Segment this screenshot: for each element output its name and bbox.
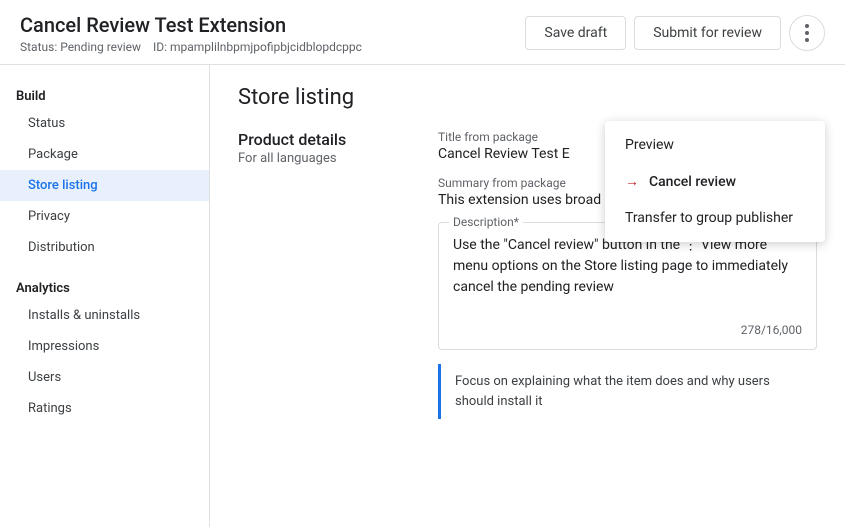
dot xyxy=(805,38,809,42)
save-draft-button[interactable]: Save draft xyxy=(525,16,626,50)
three-dots-icon xyxy=(805,24,809,42)
content-area: Store listing Product details For all la… xyxy=(210,65,845,527)
sidebar-item-status[interactable]: Status xyxy=(0,108,209,139)
analytics-section-label: Analytics xyxy=(0,273,209,300)
sidebar-item-package[interactable]: Package xyxy=(0,139,209,170)
dropdown-item-transfer[interactable]: Transfer to group publisher xyxy=(605,200,825,236)
id-text: ID: mpamplilnbpmjpofipbjcidblopdcppc xyxy=(153,40,362,54)
sidebar-item-installs-uninstalls[interactable]: Installs & uninstalls xyxy=(0,300,209,331)
product-details-sublabel: For all languages xyxy=(238,151,398,166)
page-title: Cancel Review Test Extension xyxy=(20,12,362,38)
transfer-label: Transfer to group publisher xyxy=(625,210,793,226)
sidebar-item-users[interactable]: Users xyxy=(0,362,209,393)
description-count: 278/16,000 xyxy=(453,323,802,337)
dropdown-menu: Preview → Cancel review Transfer to grou… xyxy=(605,121,825,242)
submit-review-button[interactable]: Submit for review xyxy=(634,16,781,50)
description-label: Description* xyxy=(449,215,523,229)
sidebar-item-impressions[interactable]: Impressions xyxy=(0,331,209,362)
cancel-review-label: Cancel review xyxy=(649,174,736,190)
arrow-right-icon: → xyxy=(625,173,639,190)
content-title: Store listing xyxy=(238,85,817,110)
sidebar-item-privacy[interactable]: Privacy xyxy=(0,201,209,232)
dropdown-item-preview[interactable]: Preview xyxy=(605,127,825,163)
description-text[interactable]: Use the "Cancel review" button in the ⋮ … xyxy=(453,235,802,315)
preview-label: Preview xyxy=(625,137,674,153)
main-layout: Build Status Package Store listing Priva… xyxy=(0,65,845,527)
status-text: Status: Pending review xyxy=(20,40,141,54)
focus-text: Focus on explaining what the item does a… xyxy=(455,374,770,409)
sidebar-item-ratings[interactable]: Ratings xyxy=(0,393,209,424)
dot xyxy=(805,24,809,28)
header-actions: Save draft Submit for review xyxy=(525,15,825,51)
dot xyxy=(805,31,809,35)
focus-block: Focus on explaining what the item does a… xyxy=(438,364,817,419)
header-left: Cancel Review Test Extension Status: Pen… xyxy=(20,12,362,54)
build-section-label: Build xyxy=(0,81,209,108)
more-options-button[interactable] xyxy=(789,15,825,51)
product-details-section: Product details For all languages xyxy=(238,130,398,419)
sidebar: Build Status Package Store listing Priva… xyxy=(0,65,210,527)
header-subtitle: Status: Pending review ID: mpamplilnbpmj… xyxy=(20,40,362,54)
product-details-label: Product details xyxy=(238,130,398,149)
header: Cancel Review Test Extension Status: Pen… xyxy=(0,0,845,65)
sidebar-item-store-listing[interactable]: Store listing xyxy=(0,170,209,201)
sidebar-item-distribution[interactable]: Distribution xyxy=(0,232,209,263)
dropdown-item-cancel-review[interactable]: → Cancel review xyxy=(605,163,825,200)
